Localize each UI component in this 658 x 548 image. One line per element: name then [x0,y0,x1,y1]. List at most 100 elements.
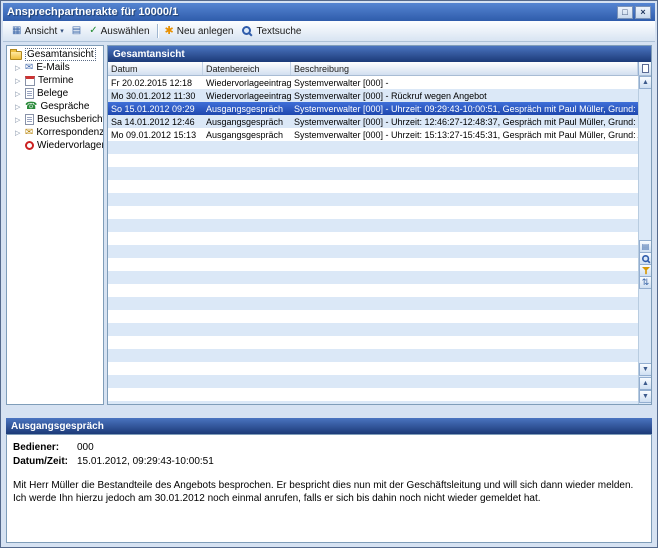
table-row[interactable]: Fr 20.02.2015 12:18 Wiedervorlageeintrag… [108,76,638,89]
cell-datenbereich: Ausgangsgespräch [203,130,291,140]
sort-button[interactable]: ⇅ [639,276,652,289]
table-row-selected[interactable]: So 15.01.2012 09:29 Ausgangsgespräch Sys… [108,102,638,115]
sidebar-item-label: Wiedervorlagen [37,140,104,151]
column-header-datum[interactable]: Datum [108,62,203,75]
cell-datum: Sa 14.01.2012 12:46 [108,117,203,127]
cell-beschreibung: Systemverwalter [000] - [291,78,638,88]
sort-updown-icon: ⇅ [642,278,650,287]
sidebar-tree: Gesamtansicht ▷ ✉ E-Mails ▷ Termine ▷ Be… [6,45,104,405]
table-row-empty [108,401,638,404]
folder-icon [10,51,22,60]
sidebar-item-label: Termine [38,75,74,86]
expander-icon[interactable]: ▷ [15,116,22,124]
ansicht-button[interactable]: ▦ Ansicht ▾ [8,25,68,38]
cell-beschreibung: Systemverwalter [000] - Uhrzeit: 12:46:2… [291,117,638,127]
document-icon [25,88,34,99]
cell-datenbereich: Wiedervorlageeintrag [203,91,291,101]
report-icon [25,114,34,125]
scroll-down-button[interactable]: ▼ [639,363,652,376]
cell-datenbereich: Ausgangsgespräch [203,117,291,127]
sidebar-item-belege[interactable]: ▷ Belege [7,87,103,100]
scrollbar-tool-cluster: ▤ ⇅ [639,241,652,289]
conversation-note: Mit Herr Müller die Bestandteile des Ang… [13,479,645,505]
table-header: Datum Datenbereich Beschreibung [108,62,651,76]
cell-datum: So 15.01.2012 09:29 [108,104,203,114]
expander-icon[interactable]: ▷ [15,64,22,72]
table-row-empty [108,245,638,258]
cell-datum: Mo 09.01.2012 15:13 [108,130,203,140]
table-row-empty [108,297,638,310]
close-button[interactable]: × [635,6,651,19]
scroll-down-icon: ▼ [642,366,649,373]
view-grid-icon: ▦ [12,26,21,36]
table-row-empty [108,167,638,180]
bediener-value: 000 [77,442,94,453]
cell-beschreibung: Systemverwalter [000] - Uhrzeit: 09:29:4… [291,104,638,114]
restore-button[interactable]: □ [617,6,633,19]
textsuche-label: Textsuche [256,26,301,37]
list-icon: ▤ [642,242,650,252]
sidebar-item-gespraeche[interactable]: ▷ ☎ Gespräche [7,100,103,113]
column-options-button[interactable] [638,62,651,75]
table-row-empty [108,323,638,336]
sidebar-item-besuchsberichte[interactable]: ▷ Besuchsberichte [7,113,103,126]
toolbar: ▦ Ansicht ▾ ▤ ✓ Auswählen ✱ Neu anlegen … [3,21,655,42]
column-header-beschreibung[interactable]: Beschreibung [291,62,638,75]
sidebar-item-wiedervorlagen[interactable]: Wiedervorlagen [7,139,103,152]
table-row-empty [108,362,638,375]
main-section-title: Gesamtansicht [113,49,185,60]
sidebar-item-label: Korrespondenzen [36,127,104,138]
sidebar-item-gesamtansicht[interactable]: Gesamtansicht [7,48,103,61]
next-record-icon: ▼ [642,393,649,400]
table-row[interactable]: Sa 14.01.2012 12:46 Ausgangsgespräch Sys… [108,115,638,128]
table-row-empty [108,271,638,284]
cell-beschreibung: Systemverwalter [000] - Rückruf wegen An… [291,91,638,101]
auswaehlen-button[interactable]: ✓ Auswählen [85,25,153,38]
phone-icon: ☎ [25,102,37,112]
detail-section-title: Ausgangsgespräch [11,421,104,432]
restore-icon: □ [622,7,627,17]
neu-anlegen-button[interactable]: ✱ Neu anlegen [161,25,238,38]
expander-icon[interactable]: ▷ [15,90,22,98]
table-view-button[interactable]: ▤ [68,25,85,37]
table-row[interactable]: Mo 30.01.2012 11:30 Wiedervorlageeintrag… [108,89,638,102]
textsuche-button[interactable]: Textsuche [237,24,305,38]
expander-icon[interactable]: ▷ [15,103,22,111]
cell-datum: Fr 20.02.2015 12:18 [108,78,203,88]
cell-beschreibung: Systemverwalter [000] - Uhrzeit: 15:13:2… [291,130,638,140]
quick-search-button[interactable] [639,252,652,265]
expander-icon[interactable]: ▷ [15,77,22,85]
datumzeit-label: Datum/Zeit: [13,456,77,467]
caption-buttons: □ × [617,6,651,19]
next-record-button[interactable]: ▼ [639,390,652,403]
detail-section-header: Ausgangsgespräch [6,418,652,434]
sidebar-item-termine[interactable]: ▷ Termine [7,74,103,87]
sidebar-item-emails[interactable]: ▷ ✉ E-Mails [7,61,103,74]
table-row-empty [108,180,638,193]
table-row-empty [108,388,638,401]
titlebar[interactable]: Ansprechpartnerakte für 10000/1 □ × [3,3,655,21]
expander-icon[interactable]: ▷ [15,129,22,137]
vertical-scrollbar[interactable]: ▲ ▤ ⇅ ▼ ▲ ▼ [638,76,651,404]
scroll-up-button[interactable]: ▲ [639,76,652,89]
select-check-icon: ✓ [89,26,97,36]
table-row-empty [108,232,638,245]
search-icon [641,254,651,264]
table-row-empty [108,284,638,297]
sidebar-item-korrespondenzen[interactable]: ▷ ✉ Korrespondenzen [7,126,103,139]
note-line-1: Mit Herr Müller die Bestandteile des Ang… [13,479,645,492]
window: Ansprechpartnerakte für 10000/1 □ × ▦ An… [0,0,658,548]
calendar-icon [25,76,35,86]
sidebar-item-label: E-Mails [36,62,69,73]
table-row[interactable]: Mo 09.01.2012 15:13 Ausgangsgespräch Sys… [108,128,638,141]
scroll-up-icon: ▲ [642,79,649,86]
clock-icon [25,141,34,150]
table-row-empty [108,141,638,154]
cell-datenbereich: Wiedervorlageeintrag [203,78,291,88]
sidebar-item-label: Gesamtansicht [25,48,96,61]
neu-anlegen-label: Neu anlegen [177,26,234,37]
previous-record-button[interactable]: ▲ [639,377,652,390]
cell-datum: Mo 30.01.2012 11:30 [108,91,203,101]
column-header-datenbereich[interactable]: Datenbereich [203,62,291,75]
field-bediener: Bediener: 000 [13,440,645,454]
